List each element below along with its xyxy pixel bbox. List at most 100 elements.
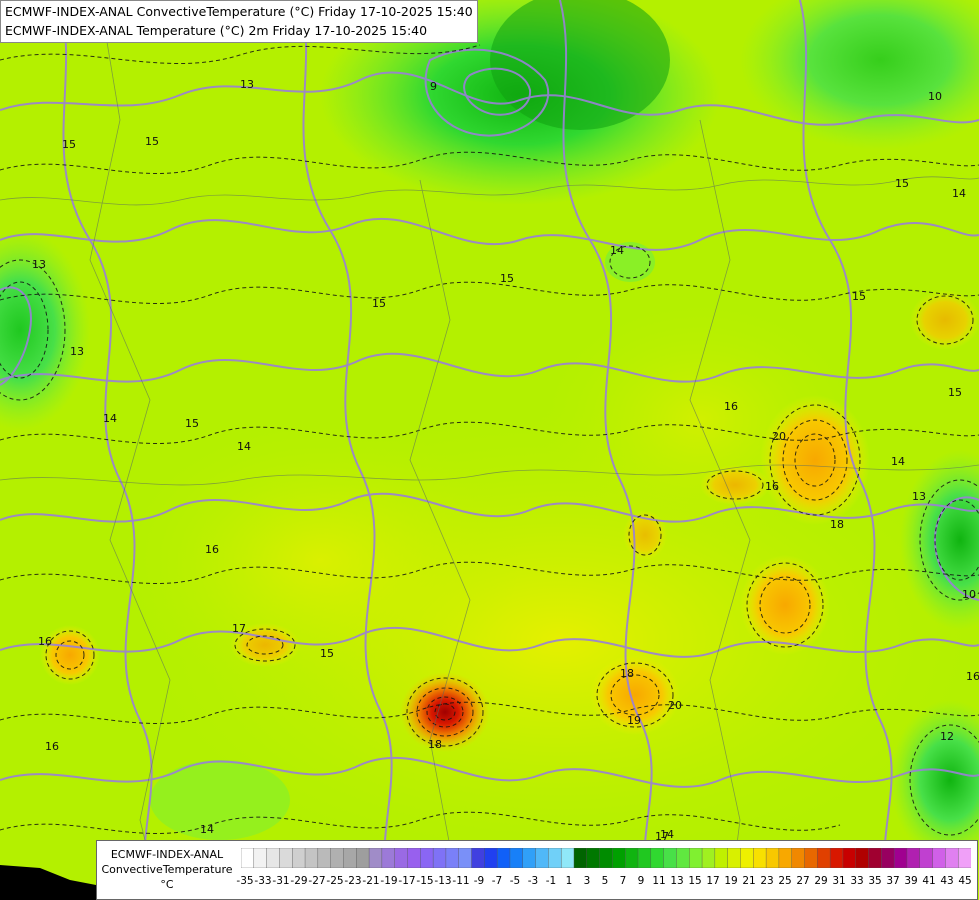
legend-swatch: [650, 848, 665, 868]
legend-swatch: [292, 848, 306, 868]
contour-label: 13: [32, 258, 46, 271]
contour-label: 16: [724, 400, 738, 413]
legend-color-scale: [241, 848, 971, 868]
contour-label: 15: [852, 290, 866, 303]
contour-label: 15: [145, 135, 159, 148]
legend-swatch: [740, 848, 754, 868]
color-legend: ECMWF-INDEX-ANAL ConvectiveTemperature °…: [96, 840, 978, 900]
legend-tick-label: 19: [724, 875, 738, 887]
contour-label: 10: [962, 588, 976, 601]
legend-tick-label: 43: [940, 875, 954, 887]
legend-tick-label: 5: [601, 875, 609, 887]
contour-label: 14: [103, 412, 117, 425]
legend-swatch: [304, 848, 319, 868]
legend-tick-label: -29: [290, 875, 308, 887]
weather-map: 15 151315151414 15141615161718181920162018…: [0, 0, 979, 900]
legend-swatch: [586, 848, 601, 868]
legend-tick-label: 17: [706, 875, 720, 887]
contour-label: 14: [610, 244, 624, 257]
legend-tick-label: 45: [958, 875, 972, 887]
legend-tick-labels: -35 -33 -31 -29 -27 -25 -23 -21 -19 -17 -15 -13 -11-…: [236, 875, 977, 891]
legend-swatch: [343, 848, 357, 868]
contour-label: 16: [205, 543, 219, 556]
contour-label: 16: [45, 740, 59, 753]
contour-label: 16: [38, 635, 52, 648]
legend-tick-label: 37: [886, 875, 900, 887]
legend-tick-label: -15: [416, 875, 434, 887]
legend-swatch: [817, 848, 831, 868]
contour-label: 13: [912, 490, 926, 503]
contour-label: 13: [240, 78, 254, 91]
map-title-box: ECMWF-INDEX-ANAL ConvectiveTemperature (…: [0, 0, 478, 43]
legend-swatch: [919, 848, 934, 868]
legend-swatch: [689, 848, 703, 868]
legend-tick-label: 33: [850, 875, 864, 887]
legend-swatch: [560, 848, 575, 868]
legend-tick-label: 3: [583, 875, 591, 887]
legend-swatch: [945, 848, 959, 868]
legend-swatch: [753, 848, 767, 868]
legend-tick-label: -19: [380, 875, 398, 887]
contour-label: 13: [70, 345, 84, 358]
legend-swatch: [356, 848, 370, 868]
legend-swatch: [535, 848, 549, 868]
legend-tick-label: -33: [254, 875, 272, 887]
legend-swatch: [829, 848, 844, 868]
legend-tick-label: 41: [922, 875, 936, 887]
contour-label: 19: [627, 714, 641, 727]
legend-swatch: [663, 848, 677, 868]
title-convective-temperature: ECMWF-INDEX-ANAL ConvectiveTemperature (…: [5, 4, 473, 19]
legend-tick-label: 39: [904, 875, 918, 887]
legend-swatch: [765, 848, 780, 868]
legend-tick-label: -3: [527, 875, 539, 887]
legend-swatch: [881, 848, 895, 868]
legend-swatch: [906, 848, 921, 868]
contour-label: 17: [232, 622, 246, 635]
legend-swatch: [420, 848, 434, 868]
legend-tick-label: 1: [565, 875, 573, 887]
legend-swatch: [637, 848, 652, 868]
legend-tick-label: 29: [814, 875, 828, 887]
legend-swatch: [432, 848, 447, 868]
contour-label: 15: [948, 386, 962, 399]
legend-swatch: [791, 848, 806, 868]
legend-tick-label: -7: [491, 875, 503, 887]
legend-tick-label: -17: [398, 875, 416, 887]
contour-label: 14: [891, 455, 905, 468]
legend-swatch: [407, 848, 421, 868]
legend-unit: °C: [160, 878, 174, 891]
legend-tick-label: 27: [796, 875, 810, 887]
contour-label: 20: [772, 430, 786, 443]
contour-label: 10: [928, 90, 942, 103]
contour-label: 15: [895, 177, 909, 190]
legend-swatch: [714, 848, 729, 868]
legend-tick-label: -11: [452, 875, 470, 887]
contour-label: 15: [62, 138, 76, 151]
legend-tick-label: 21: [742, 875, 756, 887]
legend-swatch: [701, 848, 716, 868]
legend-parameter: ConvectiveTemperature: [101, 863, 233, 876]
legend-swatch: [957, 848, 971, 868]
contour-label: 14: [237, 440, 251, 453]
legend-swatch: [868, 848, 882, 868]
contour-label: 15: [372, 297, 386, 310]
legend-swatch: [394, 848, 408, 868]
legend-tick-label: 23: [760, 875, 774, 887]
legend-swatch: [778, 848, 793, 868]
legend-tick-label: -9: [473, 875, 485, 887]
legend-swatch: [317, 848, 332, 868]
legend-tick-label: -31: [272, 875, 290, 887]
contour-label: 16: [765, 480, 779, 493]
legend-tick-label: -35: [236, 875, 254, 887]
legend-tick-label: 15: [688, 875, 702, 887]
legend-title: ECMWF-INDEX-ANAL ConvectiveTemperature °…: [97, 847, 237, 892]
legend-swatch: [676, 848, 690, 868]
legend-swatch: [496, 848, 511, 868]
legend-tick-label: -21: [362, 875, 380, 887]
legend-tick-label: 35: [868, 875, 882, 887]
contour-label: 20: [668, 699, 682, 712]
legend-swatch: [509, 848, 524, 868]
legend-swatch: [612, 848, 626, 868]
contour-label: 14: [952, 187, 966, 200]
legend-source: ECMWF-INDEX-ANAL: [110, 848, 224, 861]
